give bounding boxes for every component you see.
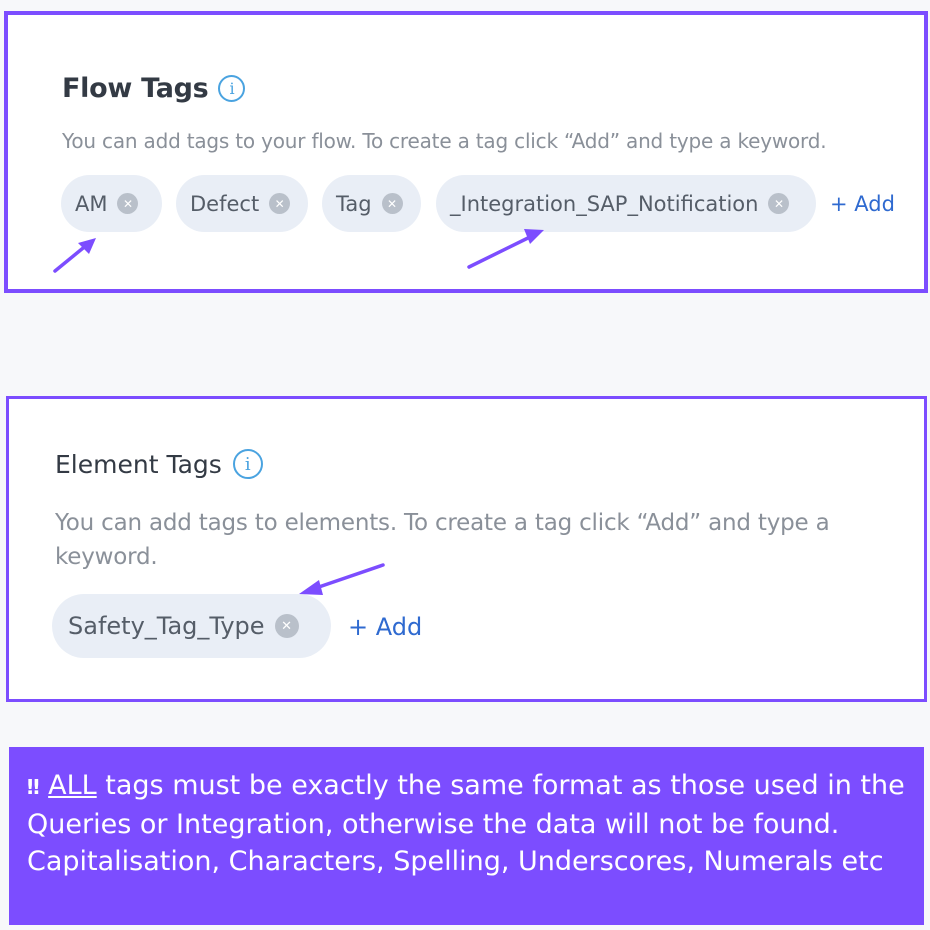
remove-tag-icon[interactable]: ✕ xyxy=(381,193,403,214)
tag-chip-label: AM xyxy=(75,191,108,216)
element-tags-heading: Element Tags i xyxy=(55,449,263,479)
flow-tags-title: Flow Tags xyxy=(62,73,209,104)
add-element-tag-button[interactable]: + Add xyxy=(348,613,422,641)
flow-tags-description: You can add tags to your flow. To create… xyxy=(62,129,827,153)
annotation-arrow-icon xyxy=(467,229,544,269)
info-icon[interactable]: i xyxy=(232,449,263,479)
double-exclamation-icon: ‼ xyxy=(27,775,40,799)
flow-tags-heading: Flow Tags i xyxy=(62,73,246,104)
info-icon[interactable]: i xyxy=(218,75,246,102)
remove-tag-icon[interactable]: ✕ xyxy=(274,614,299,638)
element-tags-description: You can add tags to elements. To create … xyxy=(55,510,830,570)
tag-chip-am: AM ✕ xyxy=(61,175,162,232)
annotation-arrow-icon xyxy=(53,238,96,273)
tag-chip-label: Safety_Tag_Type xyxy=(68,612,265,640)
warning-text: tags must be exactly the same format as … xyxy=(27,770,905,877)
element-tags-panel: Element Tags i You can add tags to eleme… xyxy=(6,396,927,702)
tag-chip-tag: Tag ✕ xyxy=(322,175,421,232)
warning-emphasis: ALL xyxy=(48,770,97,801)
tag-chip-safety-tag-type: Safety_Tag_Type ✕ xyxy=(52,594,331,658)
tag-chip-label: _Integration_SAP_Notification xyxy=(450,191,759,216)
element-tags-title: Element Tags xyxy=(55,449,222,479)
annotation-arrow-icon xyxy=(299,563,385,595)
tag-chip-label: Tag xyxy=(336,191,372,216)
remove-tag-icon[interactable]: ✕ xyxy=(269,193,291,214)
remove-tag-icon[interactable]: ✕ xyxy=(117,193,139,214)
remove-tag-icon[interactable]: ✕ xyxy=(768,193,790,214)
tag-chip-label: Defect xyxy=(190,191,260,216)
flow-tags-panel: Flow Tags i You can add tags to your flo… xyxy=(4,11,928,293)
tag-chip-defect: Defect ✕ xyxy=(176,175,308,232)
add-flow-tag-button[interactable]: + Add xyxy=(830,192,895,216)
tag-chip-integration-sap-notification: _Integration_SAP_Notification ✕ xyxy=(436,175,816,232)
tag-format-warning-banner: ‼ ALL tags must be exactly the same form… xyxy=(9,747,924,925)
